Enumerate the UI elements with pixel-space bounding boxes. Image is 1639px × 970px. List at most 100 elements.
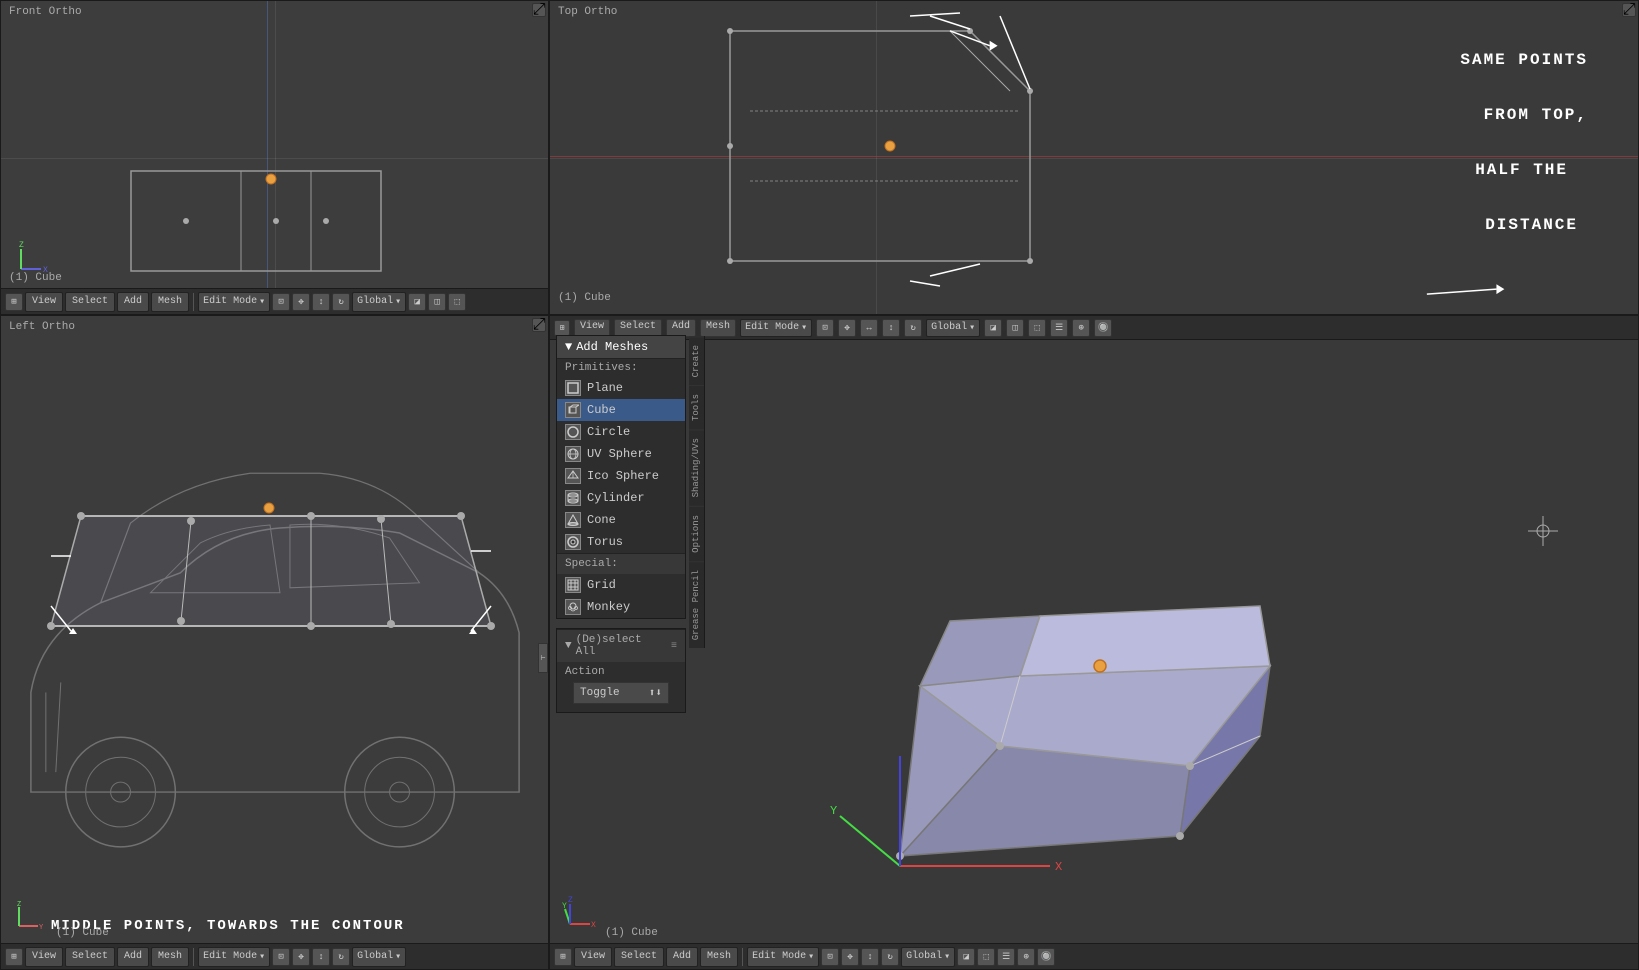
front-view-btn[interactable]: View (25, 292, 63, 312)
user-tool8[interactable]: ⬚ (1028, 319, 1046, 337)
tab-shading[interactable]: Shading/UVs (689, 429, 704, 505)
top-cube-label: (1) Cube (558, 292, 611, 304)
user-tool10[interactable]: ⊕ (1072, 319, 1090, 337)
left-view-btn[interactable]: View (25, 947, 63, 967)
tool1[interactable]: ⊡ (272, 293, 290, 311)
user-tool7[interactable]: ◫ (1006, 319, 1024, 337)
mesh-item-monkey[interactable]: Monkey (557, 596, 685, 618)
user-global-bottom[interactable]: Global ▾ (901, 947, 955, 967)
front-add-btn[interactable]: Add (117, 292, 149, 312)
mesh-item-circle[interactable]: Circle (557, 421, 685, 443)
viewport-front[interactable]: Front Ortho X Z (0, 0, 549, 315)
action-value: Toggle (580, 687, 620, 699)
add-meshes-title: Add Meshes (576, 340, 648, 354)
user-tool11[interactable]: 🔘 (1094, 319, 1112, 337)
tool7[interactable]: ⬚ (448, 293, 466, 311)
user-bottom-tool7[interactable]: ☰ (997, 948, 1015, 966)
mesh-item-torus[interactable]: Torus (557, 531, 685, 553)
user-global-dropdown[interactable]: Global ▾ (926, 319, 980, 337)
left-tool2[interactable]: ✥ (292, 948, 310, 966)
user-select-bottom-btn[interactable]: Select (614, 947, 664, 967)
cube-icon (565, 402, 581, 418)
user-header-icon[interactable]: ⊞ (554, 320, 570, 336)
ico-sphere-icon (565, 468, 581, 484)
mesh-item-grid[interactable]: Grid (557, 574, 685, 596)
user-3d-mesh: X Y (700, 376, 1400, 970)
user-tool2[interactable]: ✥ (838, 319, 856, 337)
left-mode-dropdown[interactable]: Edit Mode ▾ (198, 947, 270, 967)
plane-icon (565, 380, 581, 396)
left-tool4[interactable]: ↻ (332, 948, 350, 966)
front-corner-icon[interactable]: ⤢ (532, 3, 546, 17)
user-bottom-tool9[interactable]: 🔘 (1037, 948, 1055, 966)
tool4[interactable]: ↻ (332, 293, 350, 311)
tab-grease[interactable]: Grease Pencil (689, 561, 704, 648)
front-mode-dropdown[interactable]: Edit Mode ▾ (198, 292, 270, 312)
cylinder-label: Cylinder (587, 491, 645, 505)
front-mesh-btn[interactable]: Mesh (151, 292, 189, 312)
user-add-bottom-btn[interactable]: Add (666, 947, 698, 967)
deselect-header[interactable]: ▼ (De)select All ≡ (557, 629, 685, 662)
user-tool9[interactable]: ☰ (1050, 319, 1068, 337)
mesh-item-cone[interactable]: Cone (557, 509, 685, 531)
user-bottom-tool2[interactable]: ✥ (841, 948, 859, 966)
action-dropdown[interactable]: Toggle ⬆⬇ (573, 682, 669, 704)
left-mesh-btn[interactable]: Mesh (151, 947, 189, 967)
mesh-item-uvsphere[interactable]: UV Sphere (557, 443, 685, 465)
user-mode-dropdown[interactable]: Edit Mode ▾ (740, 319, 812, 337)
left-global-dropdown[interactable]: Global ▾ (352, 947, 406, 967)
viewport-top[interactable]: Top Ortho (549, 0, 1639, 315)
user-view-bottom-btn[interactable]: View (574, 947, 612, 967)
user-tool4[interactable]: ↕ (882, 319, 900, 337)
user-view-btn[interactable]: View (574, 319, 610, 337)
front-ortho-label: Front Ortho (9, 6, 82, 18)
user-bottom-tool6[interactable]: ⬚ (977, 948, 995, 966)
primitives-label: Primitives: (557, 359, 685, 377)
mesh-item-cube[interactable]: Cube (557, 399, 685, 421)
deselect-collapse-icon[interactable]: ▼ (565, 640, 572, 652)
tool3[interactable]: ↕ (312, 293, 330, 311)
left-tool1[interactable]: ⊡ (272, 948, 290, 966)
top-corner-icon[interactable]: ⤢ (1622, 3, 1636, 17)
user-bottom-tool4[interactable]: ↻ (881, 948, 899, 966)
tab-tools[interactable]: Tools (689, 385, 704, 429)
user-bottom-tool1[interactable]: ⊡ (821, 948, 839, 966)
user-tool6[interactable]: ◪ (984, 319, 1002, 337)
user-tool3[interactable]: ↔ (860, 319, 878, 337)
grid-label: Grid (587, 578, 616, 592)
front-global-dropdown[interactable]: Global ▾ (352, 292, 406, 312)
tool2[interactable]: ✥ (292, 293, 310, 311)
tab-create[interactable]: Create (689, 336, 704, 385)
user-tool1[interactable]: ⊡ (816, 319, 834, 337)
user-tool5[interactable]: ↻ (904, 319, 922, 337)
front-select-btn[interactable]: Select (65, 292, 115, 312)
user-mesh-bottom-btn[interactable]: Mesh (700, 947, 738, 967)
left-view-icon[interactable]: ⊞ (5, 948, 23, 966)
left-expand-handle[interactable]: ⊢ (538, 643, 548, 673)
user-mesh-btn[interactable]: Mesh (700, 319, 736, 337)
mesh-item-plane[interactable]: Plane (557, 377, 685, 399)
user-select-btn[interactable]: Select (614, 319, 662, 337)
user-bottom-tool5[interactable]: ◪ (957, 948, 975, 966)
user-mode-bottom[interactable]: Edit Mode ▾ (747, 947, 819, 967)
user-bottom-tool8[interactable]: ⊕ (1017, 948, 1035, 966)
tool6[interactable]: ◫ (428, 293, 446, 311)
tool5[interactable]: ◪ (408, 293, 426, 311)
user-add-btn[interactable]: Add (666, 319, 696, 337)
viewport-left[interactable]: Left Ortho (0, 315, 549, 970)
mesh-item-icosphere[interactable]: Ico Sphere (557, 465, 685, 487)
panel-collapse-icon[interactable]: ▼ (565, 340, 572, 354)
circle-label: Circle (587, 425, 630, 439)
user-bottom-tool3[interactable]: ↕ (861, 948, 879, 966)
left-select-btn[interactable]: Select (65, 947, 115, 967)
viewport-user[interactable]: ⊞ View Select Add Mesh Edit Mode ▾ ⊡ ✥ ↔… (549, 315, 1639, 970)
view-icon[interactable]: ⊞ (5, 293, 23, 311)
left-corner-icon[interactable]: ⤢ (532, 318, 546, 332)
user-toolbar-icon[interactable]: ⊞ (554, 948, 572, 966)
tab-options[interactable]: Options (689, 506, 704, 561)
mesh-item-cylinder[interactable]: Cylinder (557, 487, 685, 509)
user-axis-indicator: X Y Z (560, 894, 600, 934)
left-add-btn[interactable]: Add (117, 947, 149, 967)
deselect-options-icon[interactable]: ≡ (671, 641, 677, 652)
left-tool3[interactable]: ↕ (312, 948, 330, 966)
